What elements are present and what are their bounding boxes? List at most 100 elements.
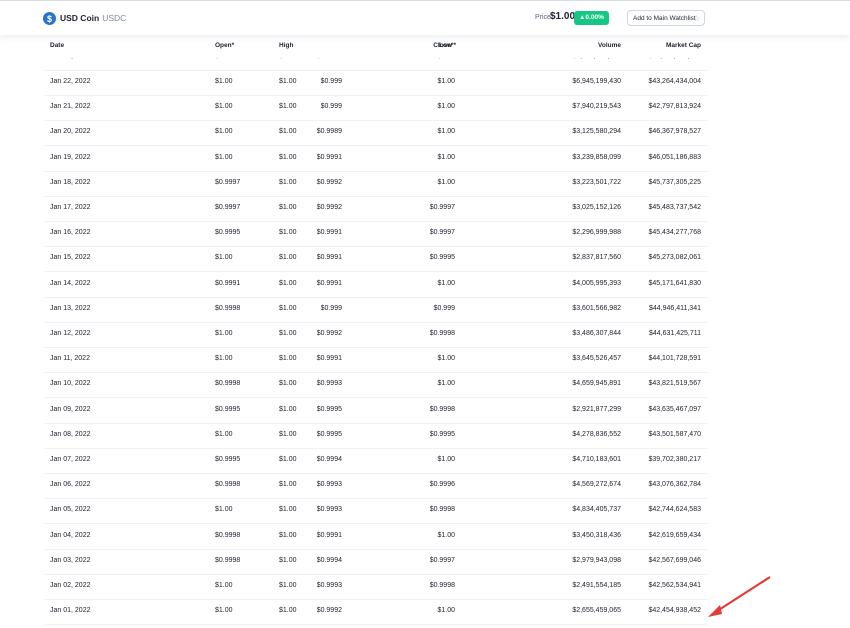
column-header-date[interactable]: Date <box>50 42 64 49</box>
cell-high: $1.00 <box>279 380 297 388</box>
cell-volume: $2,655,459,065 <box>572 607 621 615</box>
cell-low: $0.9994 <box>316 556 342 564</box>
cell-open: $1.00 <box>215 330 233 337</box>
cell-date: Jan 15, 2022 <box>50 254 91 262</box>
table-row: Jan 13, 2022 $0.9998 $1.00 $0.999 $0.999 $3,6… <box>45 297 707 323</box>
coin-header-bar: $ USD Coin USDC Price: $1.00 ▲0.00% Add t… <box>0 0 850 35</box>
cell-open: $0.9995 <box>215 456 241 463</box>
cell-open: $1.00 <box>215 128 233 136</box>
cell-volume: $3,223,501,722 <box>572 178 621 186</box>
cell-market-cap: $43,821,519,567 <box>648 380 701 388</box>
cell-low: $0.9992 <box>316 607 342 615</box>
cell-open: $0.9998 <box>215 481 241 489</box>
cell-low: $0.9995 <box>316 430 342 438</box>
coin-name: USD Coin <box>60 13 100 23</box>
cell-date: Jan 10, 2022 <box>50 380 91 388</box>
table-header-row: Date Open* High Low Close** Volume Market Cap <box>0 34 850 58</box>
cell-date: Jan 09, 2022 <box>50 405 91 413</box>
cell-high: $1.00 <box>279 556 297 564</box>
cell-high: $1.00 <box>279 279 297 287</box>
cell-open: $1.00 <box>215 607 233 615</box>
cell-date: Jan 03, 2022 <box>50 556 91 564</box>
cell-date: Jan 01, 2022 <box>50 607 91 615</box>
cell-high: $1.00 <box>279 153 297 161</box>
column-header-open[interactable]: Open* <box>215 42 234 49</box>
cell-low: $0.9993 <box>316 506 342 514</box>
cell-market-cap: $45,434,277,768 <box>648 229 701 237</box>
cell-volume: $2,979,943,098 <box>572 556 621 564</box>
table-row: Jan 14, 2022 $0.9991 $1.00 $0.9991 $1.00 $4,0… <box>45 272 707 298</box>
cell-date: Jan 14, 2022 <box>50 279 91 287</box>
cell-close: $0.9995 <box>429 254 455 262</box>
table-row: Jan 20, 2022 $1.00 $1.00 $0.9989 $1.00 $3,125… <box>45 120 707 147</box>
cell-close: $0.9997 <box>429 204 455 211</box>
table-row: Jan 06, 2022 $0.9998 $1.00 $0.9993 $0.9996 $4… <box>45 473 707 500</box>
cell-close: $1.00 <box>437 279 455 287</box>
cell-close: $1.00 <box>437 103 455 111</box>
table-row: Jan 11, 2022 $1.00 $1.00 $0.9991 $1.00 $3,645… <box>45 347 707 374</box>
cell-open: $1.00 <box>215 430 233 438</box>
table-row: Jan 17, 2022 $0.9997 $1.00 $0.9992 $0.9997 $3… <box>45 196 707 222</box>
cell-high: $1.00 <box>279 531 297 539</box>
cell-market-cap: $42,567,699,046 <box>648 556 701 564</box>
cell-close: $0.999 <box>433 304 455 312</box>
cell-close: $0.9997 <box>429 556 455 564</box>
cell-market-cap: $44,631,425,711 <box>648 330 701 337</box>
column-header-volume[interactable]: Volume <box>598 42 621 49</box>
table-row: Jan 15, 2022 $1.00 $1.00 $0.9991 $0.9995 $2,8… <box>45 246 707 273</box>
cell-market-cap: $44,101,728,591 <box>648 355 701 363</box>
column-header-close[interactable]: Close** <box>433 42 456 49</box>
cell-low: $0.9991 <box>316 254 342 262</box>
table-row: Jan 04, 2022 $0.9998 $1.00 $0.9991 $1.00 $3,4… <box>45 524 707 550</box>
cell-market-cap: $45,737,305,225 <box>648 178 701 186</box>
cell-high: $1.00 <box>279 456 297 463</box>
cell-close: $0.9995 <box>429 430 455 438</box>
cell-market-cap: $43,076,362,784 <box>648 481 701 489</box>
cell-open: $1.00 <box>215 355 233 363</box>
cell-high: $1.00 <box>279 204 297 211</box>
cell-market-cap: $45,171,641,830 <box>648 279 701 287</box>
cell-date: Jan 07, 2022 <box>50 456 91 463</box>
cell-close: $0.9998 <box>429 330 455 337</box>
cell-date: Jan 06, 2022 <box>50 481 91 489</box>
cell-low: $0.999 <box>320 103 342 111</box>
cell-market-cap: $43,501,587,470 <box>648 430 701 438</box>
cell-volume: $4,710,183,601 <box>572 456 621 463</box>
coin-symbol: USDC <box>102 13 127 23</box>
cell-low: $0.9991 <box>316 355 342 363</box>
cell-high: $1.00 <box>279 506 297 514</box>
table-row: Jan 18, 2022 $0.9997 $1.00 $0.9992 $1.00 $3,2… <box>45 171 707 197</box>
cell-date: Jan 04, 2022 <box>50 531 91 539</box>
cell-high: $1.00 <box>279 78 297 85</box>
cell-open: $1.00 <box>215 582 233 589</box>
cell-high: $1.00 <box>279 128 297 136</box>
cell-volume: $4,834,405,737 <box>572 506 621 514</box>
usdc-logo-icon: $ <box>43 12 56 25</box>
cell-volume: $4,659,945,891 <box>572 380 621 388</box>
cell-market-cap: $42,562,534,941 <box>648 582 701 589</box>
cell-open: $0.9997 <box>215 178 241 186</box>
cell-high: $1.00 <box>279 481 297 489</box>
annotation-arrow <box>708 576 771 617</box>
cell-market-cap: $46,051,186,883 <box>648 153 701 161</box>
cell-low: $0.9991 <box>316 229 342 237</box>
price-value: $1.00 <box>550 11 576 22</box>
table-row: Jan 01, 2022 $1.00 $1.00 $0.9992 $1.00 $2,655… <box>45 599 707 626</box>
coin-title[interactable]: USD Coin USDC <box>60 13 126 23</box>
add-to-watchlist-button[interactable]: Add to Main Watchlist ☆ <box>627 10 705 26</box>
cell-volume: $2,296,999,988 <box>572 229 621 237</box>
cell-date: Jan 17, 2022 <box>50 204 91 211</box>
cell-high: $1.00 <box>279 330 297 337</box>
column-header-market-cap[interactable]: Market Cap <box>666 42 701 49</box>
cell-market-cap: $39,702,380,217 <box>648 456 701 463</box>
cell-low: $0.9992 <box>316 204 342 211</box>
column-header-high[interactable]: High <box>279 42 293 49</box>
cell-volume: $3,601,566,982 <box>572 304 621 312</box>
table-row: Jan 07, 2022 $0.9995 $1.00 $0.9994 $1.00 $4,7… <box>45 448 707 474</box>
cell-close: $1.00 <box>437 380 455 388</box>
cell-volume: $3,645,526,457 <box>572 355 621 363</box>
cell-volume: $3,239,858,099 <box>572 153 621 161</box>
cell-high: $1.00 <box>279 103 297 111</box>
cell-low: $0.9994 <box>316 456 342 463</box>
cell-date: Jan 16, 2022 <box>50 229 91 237</box>
